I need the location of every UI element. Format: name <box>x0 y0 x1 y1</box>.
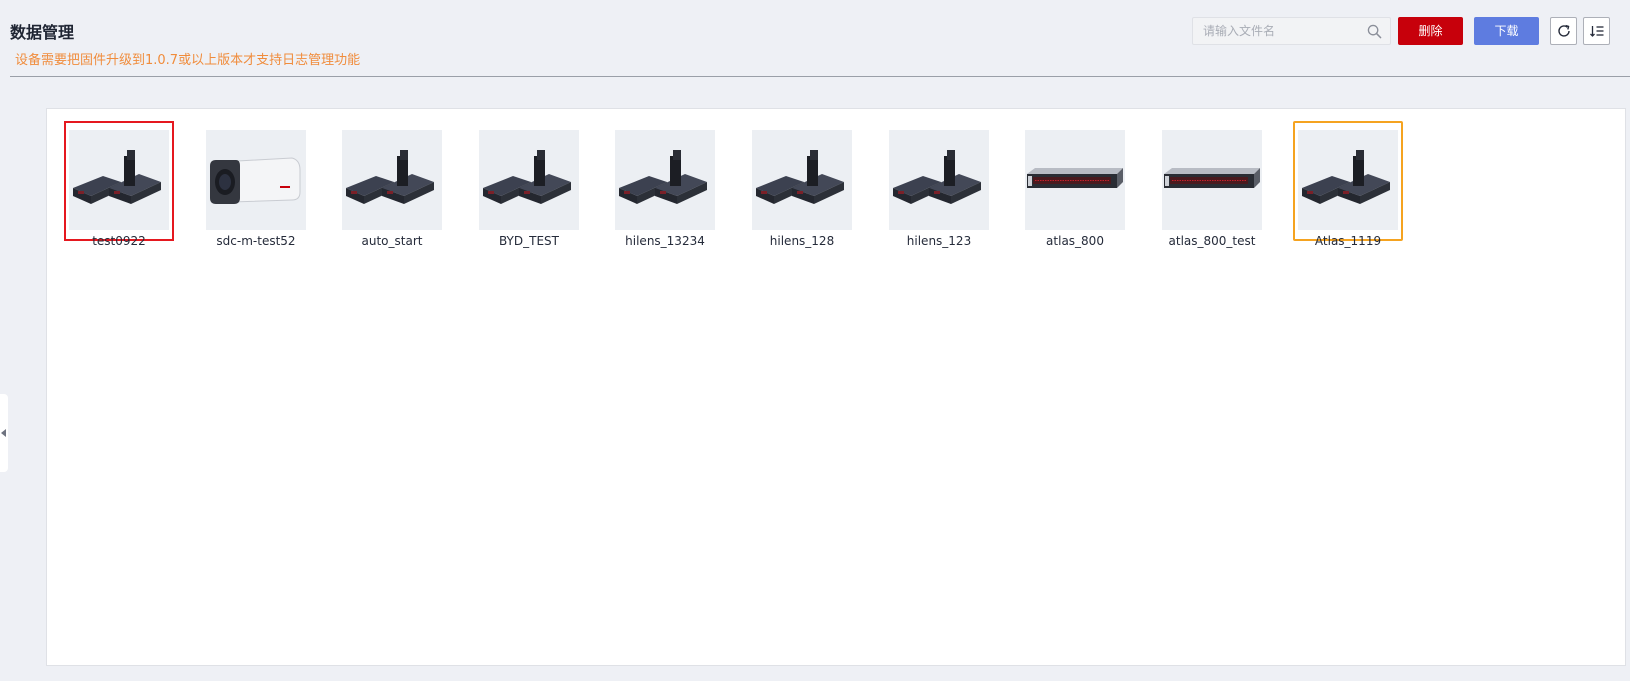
device-name: auto_start <box>361 234 423 248</box>
device-grid-panel: test0922 sdc-m-test52 auto_start BYD_TEST hi… <box>46 108 1626 666</box>
device-name: atlas_800 <box>1046 234 1104 248</box>
rack-server-image <box>1025 130 1125 230</box>
search-icon[interactable] <box>1367 24 1382 39</box>
device-card[interactable]: sdc-m-test52 <box>201 121 311 248</box>
device-name: test0922 <box>92 234 146 248</box>
collapse-arrow-icon <box>1 429 6 437</box>
hilens-kit-image <box>479 130 579 230</box>
hilens-kit-image <box>615 130 715 230</box>
firmware-notice: 设备需要把固件升级到1.0.7或以上版本才支持日志管理功能 <box>15 53 361 68</box>
device-name: atlas_800_test <box>1168 234 1256 248</box>
device-card[interactable]: auto_start <box>337 121 447 248</box>
header-divider <box>10 76 1630 77</box>
sort-icon <box>1589 26 1603 37</box>
sidebar-collapse-handle[interactable] <box>0 394 8 472</box>
hilens-kit-image <box>342 130 442 230</box>
device-card[interactable]: Atlas_1119 <box>1293 121 1403 248</box>
device-card[interactable]: atlas_800_test <box>1157 121 1267 248</box>
device-card[interactable]: BYD_TEST <box>474 121 584 248</box>
refresh-button[interactable] <box>1550 17 1577 45</box>
device-name: hilens_13234 <box>625 234 705 248</box>
device-card[interactable]: hilens_128 <box>747 121 857 248</box>
search-box[interactable] <box>1192 17 1391 45</box>
hilens-kit-image <box>1298 130 1398 230</box>
device-card[interactable]: test0922 <box>64 121 174 248</box>
delete-button[interactable]: 删除 <box>1398 17 1463 45</box>
rack-server-image <box>1162 130 1262 230</box>
sort-button[interactable] <box>1583 17 1610 45</box>
hilens-kit-image <box>69 130 169 230</box>
hilens-kit-image <box>889 130 989 230</box>
hilens-kit-image <box>752 130 852 230</box>
device-name: sdc-m-test52 <box>216 234 296 248</box>
device-name: hilens_123 <box>906 234 972 248</box>
download-button[interactable]: 下载 <box>1474 17 1539 45</box>
bullet-camera-image <box>206 130 306 230</box>
device-name: Atlas_1119 <box>1314 234 1382 248</box>
data-management-page: 数据管理 设备需要把固件升级到1.0.7或以上版本才支持日志管理功能 删除 下载… <box>0 0 1630 681</box>
device-name: hilens_128 <box>769 234 835 248</box>
search-input[interactable] <box>1193 18 1390 44</box>
refresh-icon <box>1557 24 1570 37</box>
device-card[interactable]: hilens_13234 <box>610 121 720 248</box>
page-title: 数据管理 <box>10 23 75 42</box>
device-card[interactable]: hilens_123 <box>884 121 994 248</box>
device-card[interactable]: atlas_800 <box>1020 121 1130 248</box>
device-name: BYD_TEST <box>498 234 559 248</box>
